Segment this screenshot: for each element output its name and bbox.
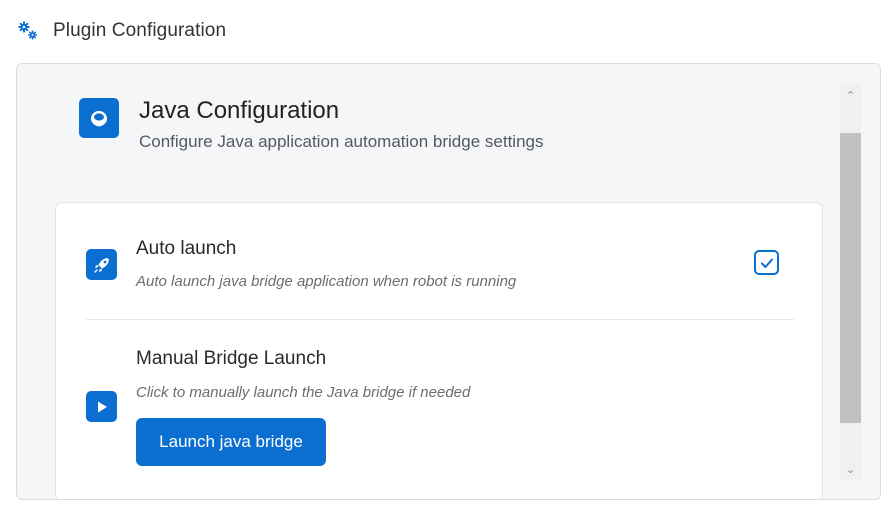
settings-divider	[86, 319, 794, 320]
page-title: Plugin Configuration	[53, 20, 227, 41]
settings-card: Auto launch Auto launch java bridge appl…	[55, 202, 823, 499]
rocket-icon	[86, 249, 117, 280]
java-cup-icon	[79, 98, 119, 138]
manual-launch-title: Manual Bridge Launch	[136, 348, 327, 369]
auto-launch-description: Auto launch java bridge application when…	[136, 273, 517, 290]
java-config-subtitle: Configure Java application automation br…	[139, 132, 544, 151]
vertical-scrollbar[interactable]: ⌃ ⌄	[840, 84, 861, 480]
scrollbar-thumb[interactable]	[840, 133, 861, 423]
java-config-title: Java Configuration	[139, 97, 340, 124]
manual-launch-description: Click to manually launch the Java bridge…	[136, 384, 471, 401]
scroll-up-arrow-icon[interactable]: ⌃	[840, 84, 861, 106]
launch-java-bridge-button[interactable]: Launch java bridge	[136, 418, 326, 466]
java-config-header: Java Configuration Configure Java applic…	[79, 96, 543, 152]
page-header: Plugin Configuration	[17, 16, 226, 46]
auto-launch-title: Auto launch	[136, 238, 237, 259]
checkmark-icon	[760, 258, 773, 268]
scroll-down-arrow-icon[interactable]: ⌄	[840, 458, 861, 480]
play-icon	[86, 391, 117, 422]
auto-launch-checkbox[interactable]	[754, 250, 779, 275]
gears-icon	[17, 20, 39, 42]
configuration-panel: Java Configuration Configure Java applic…	[16, 63, 881, 500]
